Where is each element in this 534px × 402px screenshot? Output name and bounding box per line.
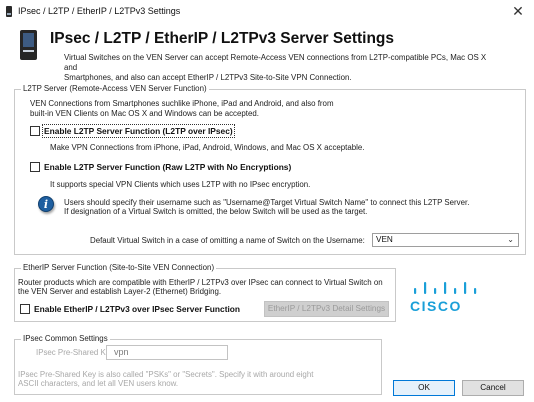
- l2tp-intro-line-1: VEN Connections from Smartphones suchlik…: [30, 99, 334, 108]
- header-description-line-2: Smartphones, and also can accept EtherIP…: [64, 73, 352, 82]
- enable-l2tp-ipsec-checkbox[interactable]: Enable L2TP Server Function (L2TP over I…: [30, 124, 235, 138]
- default-switch-label: Default Virtual Switch in a case of omit…: [90, 236, 365, 245]
- enable-etherip-label[interactable]: Enable EtherIP / L2TPv3 over IPsec Serve…: [34, 304, 240, 314]
- l2tp-group-title: L2TP Server (Remote-Access VEN Server Fu…: [21, 84, 209, 93]
- psk-label: IPsec Pre-Shared Key:: [36, 348, 117, 357]
- checkbox-box[interactable]: [20, 304, 30, 314]
- checkbox-box[interactable]: [30, 162, 40, 172]
- header-description: Virtual Switches on the VEN Server can a…: [64, 53, 494, 83]
- page-title: IPsec / L2TP / EtherIP / L2TPv3 Server S…: [50, 30, 395, 47]
- l2tp-intro-line-2: built-in VEN Clients on Mac OS X and Win…: [30, 109, 259, 118]
- l2tp-ipsec-note: Make VPN Connections from iPhone, iPad, …: [50, 143, 365, 152]
- etherip-desc-line-2: the VEN Server and establish Layer-2 (Et…: [18, 287, 222, 296]
- window-title: IPsec / L2TP / EtherIP / L2TPv3 Settings: [18, 6, 181, 16]
- default-switch-value: VEN: [376, 235, 393, 244]
- enable-raw-l2tp-checkbox[interactable]: Enable L2TP Server Function (Raw L2TP wi…: [30, 162, 291, 172]
- chevron-down-icon[interactable]: ⌄: [507, 234, 514, 246]
- username-info-line-2: If designation of a Virtual Switch is om…: [64, 207, 368, 216]
- header-description-line-1: Virtual Switches on the VEN Server can a…: [64, 53, 487, 72]
- server-device-icon: [20, 30, 37, 60]
- cancel-button[interactable]: Cancel: [462, 380, 524, 396]
- ipsec-group-title: IPsec Common Settings: [21, 334, 110, 343]
- etherip-group-title: EtherIP Server Function (Site-to-Site VE…: [21, 263, 217, 272]
- checkbox-box[interactable]: [30, 126, 40, 136]
- raw-l2tp-note: It supports special VPN Clients which us…: [50, 180, 311, 189]
- psk-note-line-2: ASCII characters, and let all VEN users …: [18, 379, 179, 388]
- cisco-logo-text: CISCO: [410, 298, 462, 314]
- enable-l2tp-ipsec-label[interactable]: Enable L2TP Server Function (L2TP over I…: [42, 124, 235, 138]
- enable-etherip-checkbox[interactable]: Enable EtherIP / L2TPv3 over IPsec Serve…: [20, 304, 240, 314]
- app-icon: [6, 6, 12, 17]
- close-icon[interactable]: ✕: [510, 3, 526, 19]
- default-switch-dropdown[interactable]: VEN ⌄: [372, 233, 519, 247]
- ok-button[interactable]: OK: [393, 380, 455, 396]
- title-bar: IPsec / L2TP / EtherIP / L2TPv3 Settings…: [0, 0, 534, 24]
- enable-raw-l2tp-label[interactable]: Enable L2TP Server Function (Raw L2TP wi…: [44, 162, 291, 172]
- info-icon: i: [38, 196, 54, 212]
- etherip-detail-settings-button[interactable]: EtherIP / L2TPv3 Detail Settings: [264, 301, 389, 317]
- psk-input[interactable]: vpn: [106, 345, 228, 360]
